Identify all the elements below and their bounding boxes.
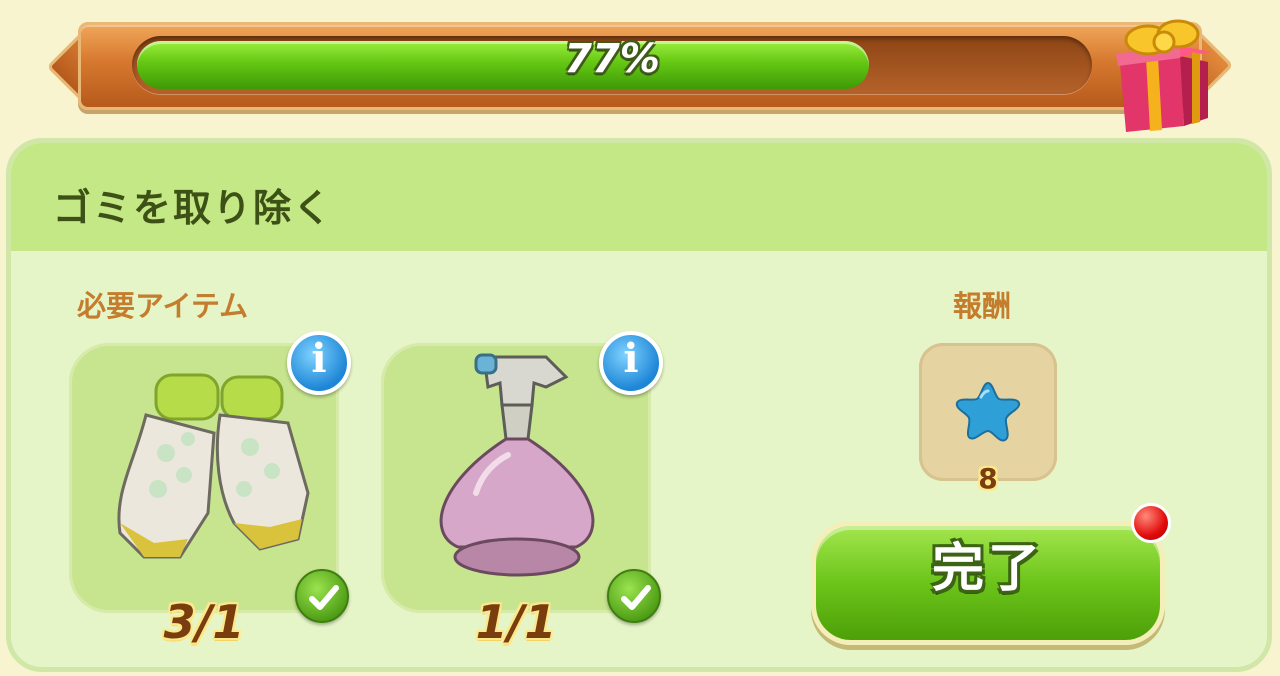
item-info-button[interactable]: i (599, 331, 663, 395)
required-item-gloves[interactable]: i 3/1 (69, 331, 351, 649)
item-info-button[interactable]: i (287, 331, 351, 395)
progress-percent: 77% (564, 36, 660, 82)
task-title: ゴミを取り除く (53, 186, 334, 230)
gardening-gloves-icon (117, 373, 310, 559)
reward-amount: 8 (978, 462, 998, 495)
panel-header: ゴミを取り除く (11, 143, 1267, 251)
reward-card: 8 (919, 343, 1057, 495)
required-items-label: 必要アイテム (77, 289, 249, 323)
blue-star-icon (955, 381, 1021, 442)
item-count: 1/1 (475, 595, 557, 649)
progress-banner: 77% (46, 19, 1234, 132)
spray-bottle-icon (439, 353, 595, 577)
reward-label: 報酬 (953, 289, 1012, 323)
complete-button[interactable]: 完了 (811, 521, 1165, 645)
item-count: 3/1 (163, 595, 245, 649)
required-item-spray-bottle[interactable]: i 1/1 (381, 331, 663, 649)
task-panel: ゴミを取り除く 必要アイテム 報酬 i 3/1 i 1/1 8 完了 (6, 138, 1272, 672)
notification-dot (1131, 503, 1171, 543)
gift-box-icon[interactable] (1080, 14, 1230, 140)
